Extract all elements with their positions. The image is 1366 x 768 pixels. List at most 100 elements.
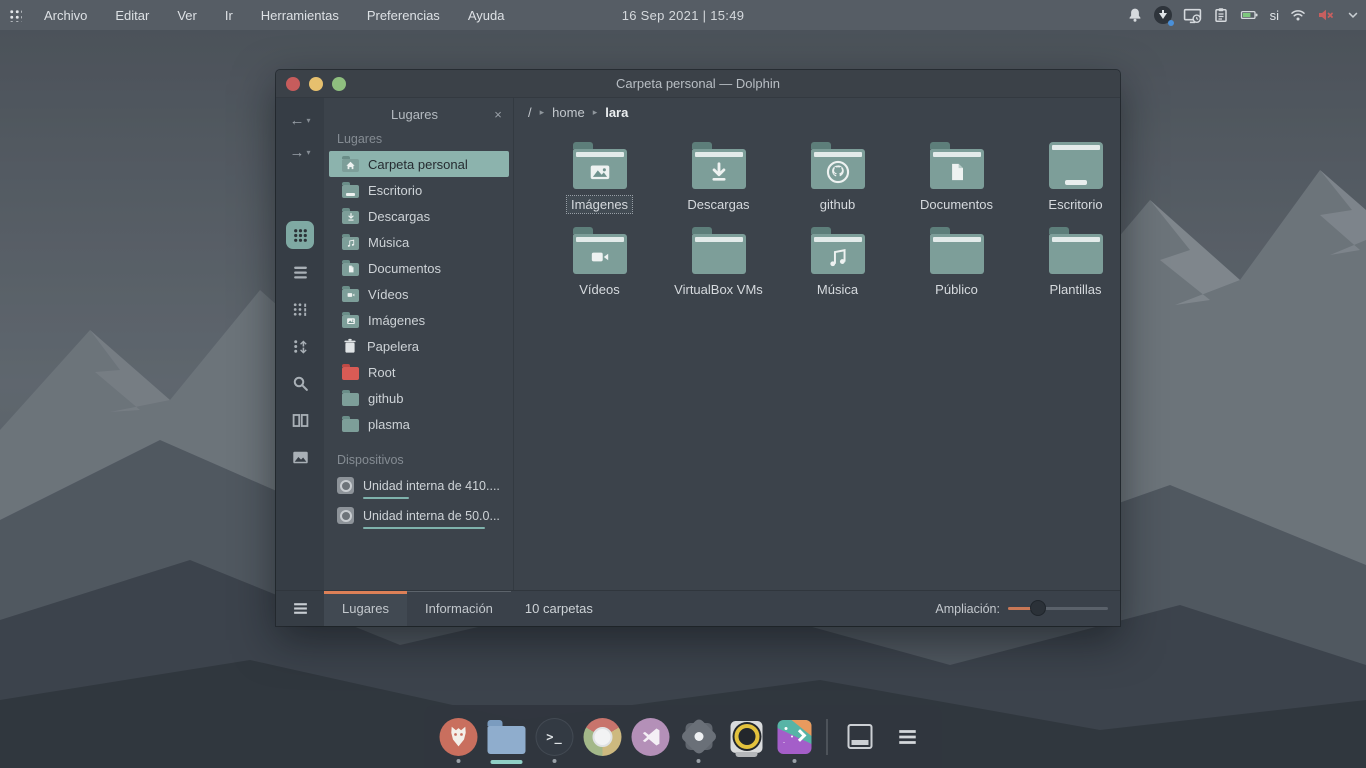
folder-publico[interactable]: Público bbox=[897, 225, 1016, 298]
breadcrumb-home[interactable]: home bbox=[552, 105, 585, 120]
split-view-button[interactable] bbox=[286, 406, 314, 434]
active-indicator bbox=[491, 760, 523, 764]
disk-usage-bar bbox=[363, 497, 409, 499]
dock-app-menu[interactable] bbox=[886, 708, 930, 766]
sidebar-item-github[interactable]: github bbox=[329, 385, 509, 411]
forward-arrow-icon: → bbox=[289, 144, 304, 161]
device-item-1[interactable]: Unidad interna de 410.... bbox=[324, 472, 513, 502]
dock-vscode[interactable] bbox=[629, 708, 673, 766]
hard-drive-icon bbox=[337, 507, 354, 524]
folder-videos[interactable]: Vídeos bbox=[540, 225, 659, 298]
sidebar-item-label: Imágenes bbox=[368, 313, 425, 328]
search-button[interactable] bbox=[286, 369, 314, 397]
dock-firefox[interactable] bbox=[437, 708, 481, 766]
menu-ir[interactable]: Ir bbox=[211, 0, 247, 30]
tab-informacion[interactable]: Información bbox=[407, 591, 511, 626]
sidebar-item-label: Carpeta personal bbox=[368, 157, 468, 172]
folder-count-status: 10 carpetas bbox=[525, 591, 593, 626]
breadcrumb-current[interactable]: lara bbox=[605, 105, 628, 120]
menu-editar[interactable]: Editar bbox=[101, 0, 163, 30]
folder-label: Escritorio bbox=[1044, 196, 1106, 213]
wifi-icon[interactable] bbox=[1290, 7, 1306, 23]
sidebar-item-plasma[interactable]: plasma bbox=[329, 411, 509, 437]
sidebar-item-imagenes[interactable]: Imágenes bbox=[329, 307, 509, 333]
chevron-down-icon[interactable] bbox=[1346, 8, 1360, 22]
dock-show-desktop[interactable] bbox=[838, 708, 882, 766]
folder-escritorio[interactable]: Escritorio bbox=[1016, 140, 1135, 213]
folder-icon bbox=[342, 419, 359, 432]
documents-folder-icon bbox=[930, 149, 984, 189]
zoom-slider[interactable] bbox=[1008, 607, 1108, 610]
back-history-caret-icon[interactable]: ▾ bbox=[306, 116, 310, 125]
updates-download-icon[interactable] bbox=[1154, 6, 1172, 24]
folder-imagenes[interactable]: Imágenes bbox=[540, 140, 659, 213]
dock-terminal[interactable]: >_ bbox=[533, 708, 577, 766]
menu-ayuda[interactable]: Ayuda bbox=[454, 0, 519, 30]
sidebar-item-label: plasma bbox=[368, 417, 410, 432]
menu-preferencias[interactable]: Preferencias bbox=[353, 0, 454, 30]
running-indicator bbox=[793, 759, 797, 763]
preview-button[interactable] bbox=[286, 443, 314, 471]
sidebar-item-papelera[interactable]: Papelera bbox=[329, 333, 509, 359]
panel-clock[interactable]: 16 Sep 2021 | 15:49 bbox=[622, 8, 745, 23]
menu-archivo[interactable]: Archivo bbox=[30, 0, 101, 30]
folder-documentos[interactable]: Documentos bbox=[897, 140, 1016, 213]
battery-icon[interactable] bbox=[1240, 7, 1259, 23]
dock-music-player[interactable] bbox=[725, 708, 769, 766]
dock-file-manager[interactable] bbox=[485, 708, 529, 766]
sidebar-item-escritorio[interactable]: Escritorio bbox=[329, 177, 509, 203]
chrome-icon bbox=[584, 718, 622, 756]
menu-ver[interactable]: Ver bbox=[163, 0, 211, 30]
breadcrumb-root[interactable]: / bbox=[528, 105, 532, 120]
back-button[interactable]: ←▾ bbox=[289, 107, 310, 133]
terminal-icon: >_ bbox=[536, 718, 574, 756]
close-panel-icon[interactable]: × bbox=[491, 107, 505, 122]
music-folder-icon bbox=[342, 237, 359, 250]
window-titlebar[interactable]: Carpeta personal — Dolphin bbox=[276, 70, 1120, 98]
home-folder-icon bbox=[342, 159, 359, 172]
vscode-icon bbox=[632, 718, 670, 756]
forward-button[interactable]: →▾ bbox=[289, 139, 310, 165]
root-folder-icon bbox=[342, 367, 359, 380]
sidebar-item-videos[interactable]: Vídeos bbox=[329, 281, 509, 307]
clipboard-icon[interactable] bbox=[1213, 7, 1229, 23]
folder-plantillas[interactable]: Plantillas bbox=[1016, 225, 1135, 298]
volume-muted-icon[interactable] bbox=[1317, 7, 1335, 23]
sidebar-item-musica[interactable]: Música bbox=[329, 229, 509, 255]
close-window-button[interactable] bbox=[286, 77, 300, 91]
sidebar-item-documentos[interactable]: Documentos bbox=[329, 255, 509, 281]
sidebar-item-descargas[interactable]: Descargas bbox=[329, 203, 509, 229]
sidebar-item-label: Vídeos bbox=[368, 287, 408, 302]
compact-view-button[interactable] bbox=[286, 295, 314, 323]
images-folder-icon bbox=[342, 315, 359, 328]
dock-settings[interactable] bbox=[677, 708, 721, 766]
photos-icon bbox=[778, 720, 812, 754]
folder-musica[interactable]: Música bbox=[778, 225, 897, 298]
folder-github[interactable]: github bbox=[778, 140, 897, 213]
icons-view-button[interactable] bbox=[286, 221, 314, 249]
zoom-slider-handle[interactable] bbox=[1030, 600, 1046, 616]
keyboard-layout-indicator[interactable]: si bbox=[1270, 8, 1279, 23]
folder-label: Vídeos bbox=[575, 281, 623, 298]
folder-virtualbox-vms[interactable]: VirtualBox VMs bbox=[659, 225, 778, 298]
menu-herramientas[interactable]: Herramientas bbox=[247, 0, 353, 30]
maximize-window-button[interactable] bbox=[332, 77, 346, 91]
display-clock-icon[interactable] bbox=[1183, 7, 1202, 24]
notifications-bell-icon[interactable] bbox=[1127, 7, 1143, 23]
sort-button[interactable] bbox=[286, 332, 314, 360]
app-launcher-icon[interactable] bbox=[0, 0, 30, 30]
folder-icon bbox=[692, 234, 746, 274]
folder-label: VirtualBox VMs bbox=[670, 281, 767, 298]
dock-photos[interactable] bbox=[773, 708, 817, 766]
sidebar-item-root[interactable]: Root bbox=[329, 359, 509, 385]
folder-descargas[interactable]: Descargas bbox=[659, 140, 778, 213]
dock-chrome[interactable] bbox=[581, 708, 625, 766]
breadcrumb-separator-icon: ▸ bbox=[540, 107, 545, 118]
minimize-window-button[interactable] bbox=[309, 77, 323, 91]
details-view-button[interactable] bbox=[286, 258, 314, 286]
device-item-2[interactable]: Unidad interna de 50.0... bbox=[324, 502, 513, 532]
tab-lugares[interactable]: Lugares bbox=[324, 591, 407, 626]
forward-history-caret-icon[interactable]: ▾ bbox=[306, 148, 310, 157]
sidebar-item-carpeta-personal[interactable]: Carpeta personal bbox=[329, 151, 509, 177]
panel-menu-button[interactable] bbox=[276, 591, 324, 626]
